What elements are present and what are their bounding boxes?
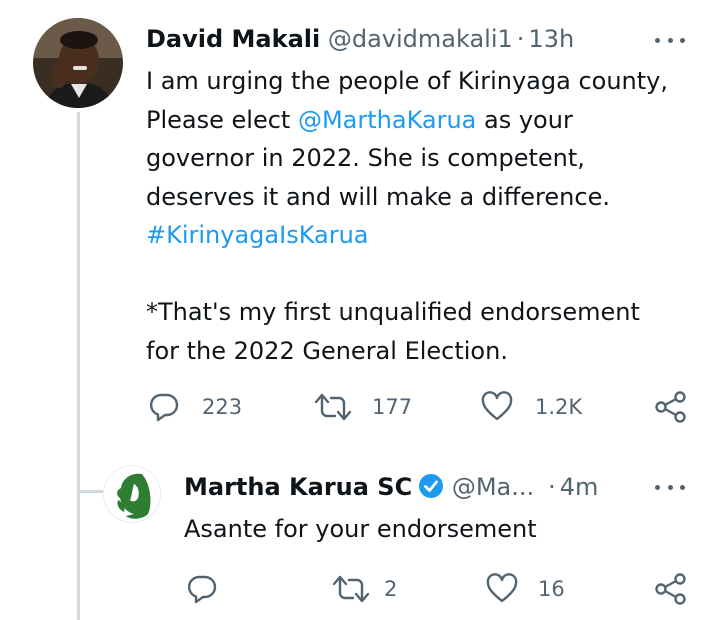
like-button[interactable]: 16 bbox=[486, 573, 565, 605]
hashtag-link[interactable]: #KirinyagaIsKarua bbox=[146, 221, 369, 249]
tweet-line: *That's my first unqualified endorsement bbox=[146, 298, 640, 326]
avatar[interactable] bbox=[33, 18, 123, 108]
avatar-photo-icon bbox=[33, 18, 123, 108]
tweet-text: I am urging the people of Kirinyaga coun… bbox=[146, 62, 706, 370]
share-button[interactable] bbox=[654, 573, 688, 605]
verified-badge-icon bbox=[418, 473, 444, 506]
reply-icon bbox=[149, 393, 179, 422]
retweet-button[interactable]: 2 bbox=[332, 573, 397, 605]
logo-icon bbox=[104, 466, 160, 522]
author-name[interactable]: David Makali bbox=[146, 25, 320, 53]
like-button[interactable]: 1.2K bbox=[481, 391, 582, 423]
tweet-header: David Makali @davidmakali1 · 13h bbox=[146, 24, 574, 54]
separator-dot: · bbox=[548, 473, 556, 501]
tweet-line: #KirinyagaIsKarua bbox=[146, 216, 706, 255]
tweet-line: governor in 2022. She is competent, bbox=[146, 144, 585, 172]
reply-avatar[interactable] bbox=[103, 465, 161, 523]
tweet-text-segment: as your bbox=[476, 105, 573, 134]
reply-timestamp[interactable]: 4m bbox=[560, 473, 599, 501]
reply-text: Asante for your endorsement bbox=[184, 515, 537, 543]
reply-icon bbox=[187, 575, 217, 604]
more-icon[interactable] bbox=[655, 477, 685, 497]
like-count: 16 bbox=[538, 577, 565, 601]
share-icon bbox=[655, 391, 686, 423]
like-count: 1.2K bbox=[535, 395, 583, 419]
share-button[interactable] bbox=[654, 391, 688, 423]
retweet-button[interactable]: 177 bbox=[314, 391, 412, 423]
reply-count: 223 bbox=[202, 395, 243, 419]
separator-dot: · bbox=[516, 25, 525, 53]
author-handle[interactable]: @davidmakali1 bbox=[328, 25, 513, 53]
reply-author-handle[interactable]: @Ma... bbox=[452, 473, 534, 501]
tweet-line: Please elect @MarthaKarua as your bbox=[146, 101, 706, 140]
tweet-line: deserves it and will make a difference. bbox=[146, 182, 610, 211]
like-icon bbox=[486, 573, 518, 603]
retweet-count: 177 bbox=[372, 395, 413, 419]
tweet-line: I am urging the people of Kirinyaga coun… bbox=[146, 67, 668, 95]
like-icon bbox=[481, 391, 513, 421]
reply-author-name[interactable]: Martha Karua SC bbox=[184, 473, 412, 501]
timestamp[interactable]: 13h bbox=[528, 25, 574, 53]
retweet-count: 2 bbox=[384, 577, 398, 601]
tweet-text-segment: Please elect bbox=[146, 105, 298, 134]
reply-button[interactable]: 223 bbox=[148, 391, 242, 423]
more-icon[interactable] bbox=[655, 30, 685, 50]
reply-button[interactable] bbox=[186, 573, 218, 605]
tweet-line: for the 2022 General Election. bbox=[146, 336, 508, 365]
retweet-icon bbox=[332, 575, 370, 603]
thread-line bbox=[77, 112, 80, 620]
mention-link[interactable]: @MarthaKarua bbox=[298, 106, 476, 134]
reply-connector bbox=[79, 490, 103, 493]
reply-header: Martha Karua SC @Ma... · 4m bbox=[184, 472, 598, 506]
retweet-icon bbox=[314, 393, 352, 421]
share-icon bbox=[655, 573, 686, 605]
